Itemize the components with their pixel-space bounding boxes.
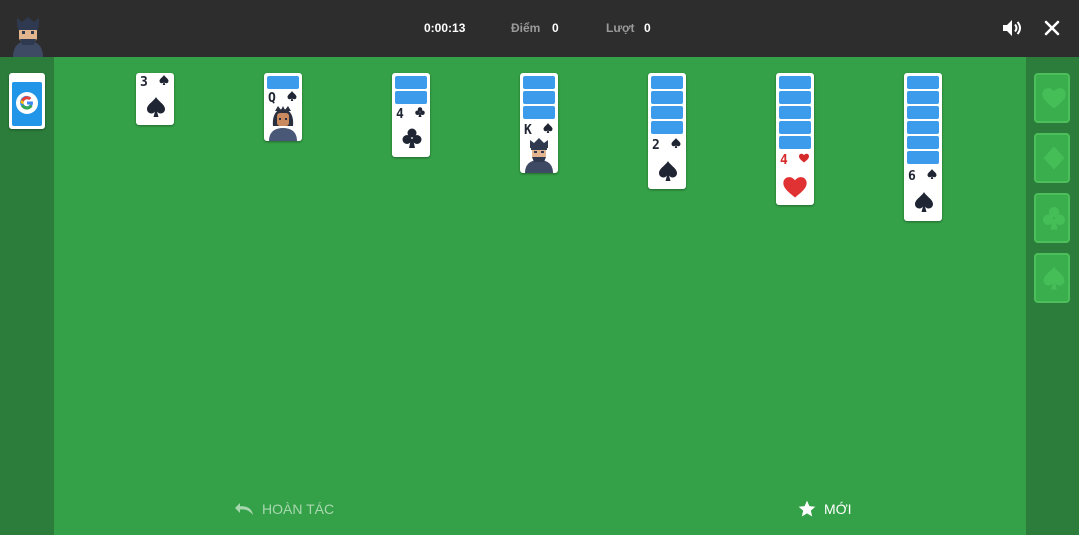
tableau-column[interactable]: 2 (648, 73, 686, 189)
card-back (779, 121, 811, 134)
spade-icon (159, 75, 169, 85)
tableau-card[interactable]: K (520, 121, 558, 173)
card-back (779, 136, 811, 149)
card-back (907, 151, 939, 164)
card-back (651, 91, 683, 104)
undo-label: HOÀN TÁC (262, 501, 335, 517)
card-back (523, 76, 555, 89)
moves-value: 0 (644, 21, 651, 35)
diamond-icon (1043, 146, 1065, 170)
new-game-button[interactable]: MỚI (796, 499, 866, 519)
volume-icon[interactable] (1000, 16, 1024, 40)
tableau-card[interactable]: 4 (776, 151, 814, 205)
moves-label: Lượt (606, 21, 635, 35)
heart-icon (783, 177, 807, 198)
card-back (267, 76, 299, 89)
close-icon[interactable] (1040, 16, 1064, 40)
card-back (907, 76, 939, 89)
tableau-column[interactable]: K (520, 73, 558, 173)
tableau-card[interactable]: Q (264, 89, 302, 141)
card-back (523, 106, 555, 119)
card-rank: 6 (908, 169, 916, 184)
tableau-card[interactable]: 3 (136, 73, 174, 125)
spade-icon (915, 192, 933, 212)
card-back (395, 91, 427, 104)
heart-icon (799, 153, 809, 163)
tableau-column[interactable]: 6 (904, 73, 942, 221)
foundation-spades[interactable] (1034, 253, 1070, 303)
spade-icon (671, 138, 681, 148)
player-avatar-icon (13, 17, 43, 57)
card-rank: 3 (140, 75, 148, 90)
card-back (779, 106, 811, 119)
spade-icon (927, 169, 937, 179)
tableau-card[interactable]: 4 (392, 105, 430, 157)
top-bar: 0:00:13 Điểm 0 Lượt 0 (0, 0, 1079, 57)
club-icon (1042, 206, 1066, 230)
score-value: 0 (552, 21, 559, 35)
card-back (651, 106, 683, 119)
spade-icon (287, 91, 297, 101)
heart-icon (1042, 88, 1066, 109)
club-icon (402, 128, 422, 148)
timer: 0:00:13 (424, 21, 466, 35)
tableau-column[interactable]: Q (264, 73, 302, 141)
spade-icon (147, 97, 165, 117)
card-rank: Q (268, 91, 276, 106)
new-game-label: MỚI (824, 501, 852, 517)
spade-icon (659, 161, 677, 181)
king-figure-icon (525, 138, 553, 173)
tableau-card[interactable]: 6 (904, 167, 942, 221)
card-back (779, 91, 811, 104)
card-back (651, 76, 683, 89)
card-back (907, 136, 939, 149)
foundation-diamonds[interactable] (1034, 133, 1070, 183)
spade-icon (1043, 266, 1065, 290)
card-back (779, 76, 811, 89)
tableau-column[interactable]: 4 (776, 73, 814, 205)
tableau-card[interactable]: 2 (648, 136, 686, 188)
card-rank: 4 (780, 153, 788, 168)
star-icon (798, 500, 816, 517)
card-back (395, 76, 427, 89)
tableau-column[interactable]: 4 (392, 73, 430, 157)
google-logo-icon (16, 92, 38, 114)
card-back (907, 91, 939, 104)
foundation-hearts[interactable] (1034, 73, 1070, 123)
club-icon (415, 107, 425, 117)
card-back (651, 121, 683, 134)
card-rank: 2 (652, 138, 660, 153)
queen-figure-icon (269, 106, 297, 141)
card-back (523, 91, 555, 104)
foundation-clubs[interactable] (1034, 193, 1070, 243)
card-rank: K (524, 123, 532, 138)
score-label: Điểm (511, 21, 541, 35)
undo-icon (235, 503, 253, 515)
card-back (907, 121, 939, 134)
card-back (907, 106, 939, 119)
stock-pile[interactable] (9, 73, 45, 129)
spade-icon (543, 123, 553, 133)
card-rank: 4 (396, 107, 404, 122)
undo-button[interactable]: HOÀN TÁC (233, 499, 343, 519)
